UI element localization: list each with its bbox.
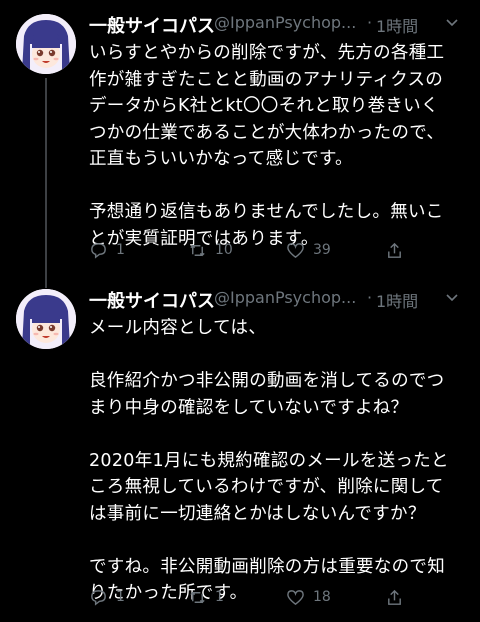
- separator-dot: ·: [367, 13, 373, 32]
- tweet-text: メール内容としては、 良作紹介かつ非公開の動画を消してるのでつ まり中身の確認を…: [89, 315, 466, 607]
- like-icon: [287, 589, 304, 605]
- display-name[interactable]: 一般サイコパス: [89, 287, 215, 313]
- reply-button[interactable]: 1: [89, 585, 125, 609]
- tweet-line: つかの仕業であることが大体わかったので、: [89, 122, 445, 143]
- like-button[interactable]: 39: [286, 238, 331, 262]
- reply-button[interactable]: 1: [89, 238, 125, 262]
- like-button[interactable]: 18: [286, 585, 331, 609]
- share-button[interactable]: [385, 238, 412, 262]
- retweet-icon: [190, 591, 205, 603]
- reply-icon: [91, 589, 106, 606]
- tweet-text: いらすとやからの削除ですが、先方の各種工 作が雑すぎたことと動画のアナリティクス…: [89, 40, 466, 252]
- separator-dot: ·: [367, 288, 373, 307]
- action-bar: 1 1 18: [89, 585, 419, 609]
- display-name[interactable]: 一般サイコパス: [89, 12, 215, 38]
- share-icon: [388, 242, 401, 258]
- share-icon: [388, 589, 401, 605]
- action-bar: 1 10 39: [89, 238, 419, 262]
- share-button[interactable]: [385, 585, 412, 609]
- tweet-line: 2020年1月にも規約確認のメールを送ったと: [89, 450, 449, 471]
- timestamp[interactable]: 1時間: [376, 13, 418, 37]
- tweet-line: 予想通り返信もありませんでしたし。無いこ: [89, 202, 444, 222]
- retweet-button[interactable]: 1: [188, 585, 224, 609]
- caret-down-icon[interactable]: [444, 14, 460, 30]
- like-count: 18: [313, 589, 331, 605]
- tweet[interactable]: 一般サイコパス @IppanPsychop... · 1時間 いらすとやからの削…: [0, 0, 480, 285]
- retweet-icon: [190, 244, 205, 256]
- tweet-line: ですね。非公開動画削除の方は重要なので知: [89, 556, 445, 577]
- tweet-line: 良作紹介かつ非公開の動画を消してるのでつ: [89, 371, 445, 391]
- tweet-line: は事前に一切連絡とかはしないんですか？: [89, 503, 426, 524]
- tweet-line: いらすとやからの削除ですが、先方の各種工: [89, 43, 445, 63]
- tweet-line: ころ無視しているわけですが、削除に関して: [89, 477, 444, 497]
- like-icon: [287, 242, 304, 258]
- tweet-line: 正直もういいかなって感じです。: [89, 149, 353, 169]
- reply-count: 1: [116, 589, 125, 605]
- retweet-button[interactable]: 10: [188, 238, 233, 262]
- timestamp[interactable]: 1時間: [376, 288, 418, 312]
- tweet[interactable]: 一般サイコパス @IppanPsychop... · 1時間 メール内容としては…: [0, 285, 480, 622]
- caret-down-icon[interactable]: [444, 289, 460, 305]
- retweet-count: 1: [215, 589, 224, 605]
- reply-icon: [91, 242, 106, 259]
- tweet-line: メール内容としては、: [89, 318, 267, 338]
- reply-count: 1: [116, 242, 125, 258]
- tweet-line: まり中身の確認をしていないですよね？: [89, 397, 409, 418]
- user-handle[interactable]: @IppanPsychop...: [214, 13, 356, 32]
- avatar[interactable]: [16, 289, 76, 349]
- tweet-line: データからK社とkt〇〇それと取り巻きいく: [89, 96, 439, 116]
- retweet-count: 10: [215, 242, 233, 258]
- tweet-line: 作が雑すぎたことと動画のアナリティクスの: [89, 69, 444, 90]
- like-count: 39: [313, 242, 331, 258]
- user-handle[interactable]: @IppanPsychop...: [214, 288, 356, 307]
- avatar[interactable]: [16, 14, 76, 74]
